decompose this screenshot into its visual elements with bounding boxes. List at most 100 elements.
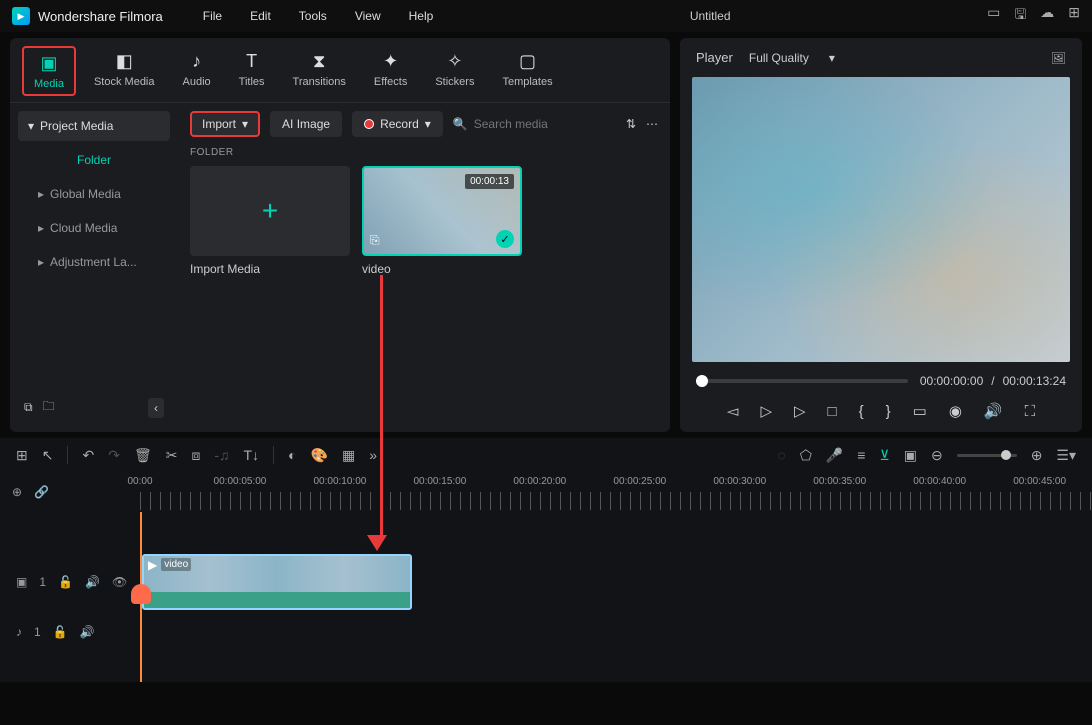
menu-file[interactable]: File [203,9,222,23]
more-icon[interactable]: ⋯ [646,117,658,131]
sidebar-adjustment-layer[interactable]: ▸Adjustment La... [18,247,170,277]
lock-icon[interactable]: 🔓 [53,625,68,639]
search-media[interactable]: 🔍 [453,117,616,131]
palette-icon[interactable]: 🎨 [311,447,328,464]
tab-titles[interactable]: TTitles [229,46,275,96]
menu-help[interactable]: Help [409,9,434,23]
delete-icon[interactable]: 🗑 [134,447,152,464]
grid-icon[interactable]: ⊞ [1068,4,1080,28]
player-label: Player [696,50,733,65]
sidebar-project-media[interactable]: ▾Project Media [18,111,170,141]
timeline-ruler[interactable]: 00:00 00:00:05:00 00:00:10:00 00:00:15:0… [140,472,1092,512]
video-duration: 00:00:13 [465,174,514,189]
collapse-icon[interactable]: ‹ [148,398,164,418]
add-track-icon[interactable]: ⊕ [12,485,22,499]
mixer-icon[interactable]: ≡ [857,447,865,463]
screen-icon[interactable]: ▭ [987,4,1000,28]
menu-view[interactable]: View [355,9,381,23]
current-time: 00:00:00:00 [920,374,983,388]
video-thumbnail[interactable]: 00:00:13 ⎘ ✓ [362,166,522,256]
mark-out-icon[interactable]: } [886,403,891,420]
plus-icon: + [262,195,278,227]
mute-icon[interactable]: 🔊 [80,625,95,639]
search-input[interactable] [474,117,574,131]
stickers-icon: ✧ [447,50,462,72]
zoom-in-icon[interactable]: ⊕ [1031,447,1043,464]
add-to-timeline-icon[interactable]: ⎘ [370,233,380,248]
ai-image-button[interactable]: AI Image [270,111,342,137]
filter-icon[interactable]: ⇅ [626,117,636,131]
undo-icon[interactable]: ↶ [82,447,94,464]
adjust-icon[interactable]: ▦ [342,447,355,464]
magnet-icon[interactable]: ⊻ [879,447,889,464]
tab-media[interactable]: ▣Media [22,46,76,96]
import-button[interactable]: Import▾ [190,111,260,137]
layout-icon[interactable]: ⊞ [16,447,28,464]
speed-icon[interactable]: -♫ [214,447,229,463]
fullscreen-icon[interactable]: ⛶ [1025,403,1036,420]
search-icon: 🔍 [453,117,468,131]
effects-icon: ✦ [383,50,398,72]
quality-dropdown[interactable]: Full Quality▾ [749,51,835,65]
save-icon[interactable]: 🖫 [1014,4,1026,28]
app-logo [12,7,30,25]
redo-icon[interactable]: ↷ [108,447,120,464]
import-media-tile[interactable]: + [190,166,350,256]
tab-stock-media[interactable]: ◧Stock Media [84,46,165,96]
record-button[interactable]: Record▾ [352,111,443,137]
sidebar-global-media[interactable]: ▸Global Media [18,179,170,209]
sidebar-cloud-media[interactable]: ▸Cloud Media [18,213,170,243]
cursor-icon[interactable]: ↖ [42,447,54,464]
app-title: Wondershare Filmora [38,9,163,24]
link-icon[interactable]: 🔗 [34,485,49,499]
crop-icon[interactable]: ⧈ [191,447,200,464]
folder-icon[interactable]: 🗀 [43,397,55,418]
snapshot-icon[interactable]: 🖼 [1051,51,1066,65]
tab-templates[interactable]: ▢Templates [492,46,562,96]
more-tools-icon[interactable]: » [369,447,377,463]
shield-icon[interactable]: ⬠ [800,447,812,464]
cloud-upload-icon[interactable]: ☁ [1040,4,1054,28]
marker-dot-icon[interactable]: ◌ [777,447,785,463]
tab-transitions[interactable]: ⧗Transitions [283,46,356,96]
timeline-clip[interactable]: ▶video [142,554,412,610]
stock-icon: ◧ [116,50,133,72]
tab-audio[interactable]: ♪Audio [173,46,221,96]
clip-play-icon: ▶ [148,558,157,572]
scrubber-knob[interactable] [696,375,708,387]
cut-icon[interactable]: ✂ [166,447,178,464]
mark-in-icon[interactable]: { [859,403,864,420]
chevron-down-icon: ▾ [829,51,835,65]
text-icon[interactable]: T↓ [244,447,260,463]
mic-icon[interactable]: 🎤 [826,447,843,464]
zoom-slider[interactable] [957,454,1017,457]
visibility-icon[interactable]: 👁 [112,575,127,589]
scrubber-track[interactable] [696,379,908,383]
play-icon[interactable]: ▷ [760,402,772,420]
sidebar-folder-label: Folder [18,145,170,175]
chevron-down-icon: ▾ [425,117,431,131]
camera-icon[interactable]: ◉ [949,402,962,420]
tab-stickers[interactable]: ✧Stickers [425,46,484,96]
project-title: Untitled [433,9,987,23]
color-wheel-icon[interactable]: ◐ [288,447,296,463]
stop-icon[interactable]: □ [828,403,837,420]
import-media-label: Import Media [190,262,350,276]
view-options-icon[interactable]: ☰▾ [1056,447,1076,464]
display-icon[interactable]: ▭ [913,402,927,420]
prev-frame-icon[interactable]: ◅ [727,402,739,420]
new-folder-icon[interactable]: ⧉ [24,400,33,415]
menu-tools[interactable]: Tools [299,9,327,23]
playhead[interactable] [140,512,142,682]
tab-effects[interactable]: ✦Effects [364,46,417,96]
preview-canvas[interactable] [692,77,1070,362]
play-forward-icon[interactable]: ▷ [794,402,806,420]
lock-icon[interactable]: 🔓 [58,575,73,589]
zoom-out-icon[interactable]: ⊖ [931,447,943,464]
marker-icon[interactable]: ▣ [904,447,917,464]
volume-icon[interactable]: 🔊 [984,402,1003,420]
mute-icon[interactable]: 🔊 [85,575,100,589]
menu-edit[interactable]: Edit [250,9,271,23]
chevron-down-icon: ▾ [28,119,34,133]
total-time: 00:00:13:24 [1003,374,1066,388]
